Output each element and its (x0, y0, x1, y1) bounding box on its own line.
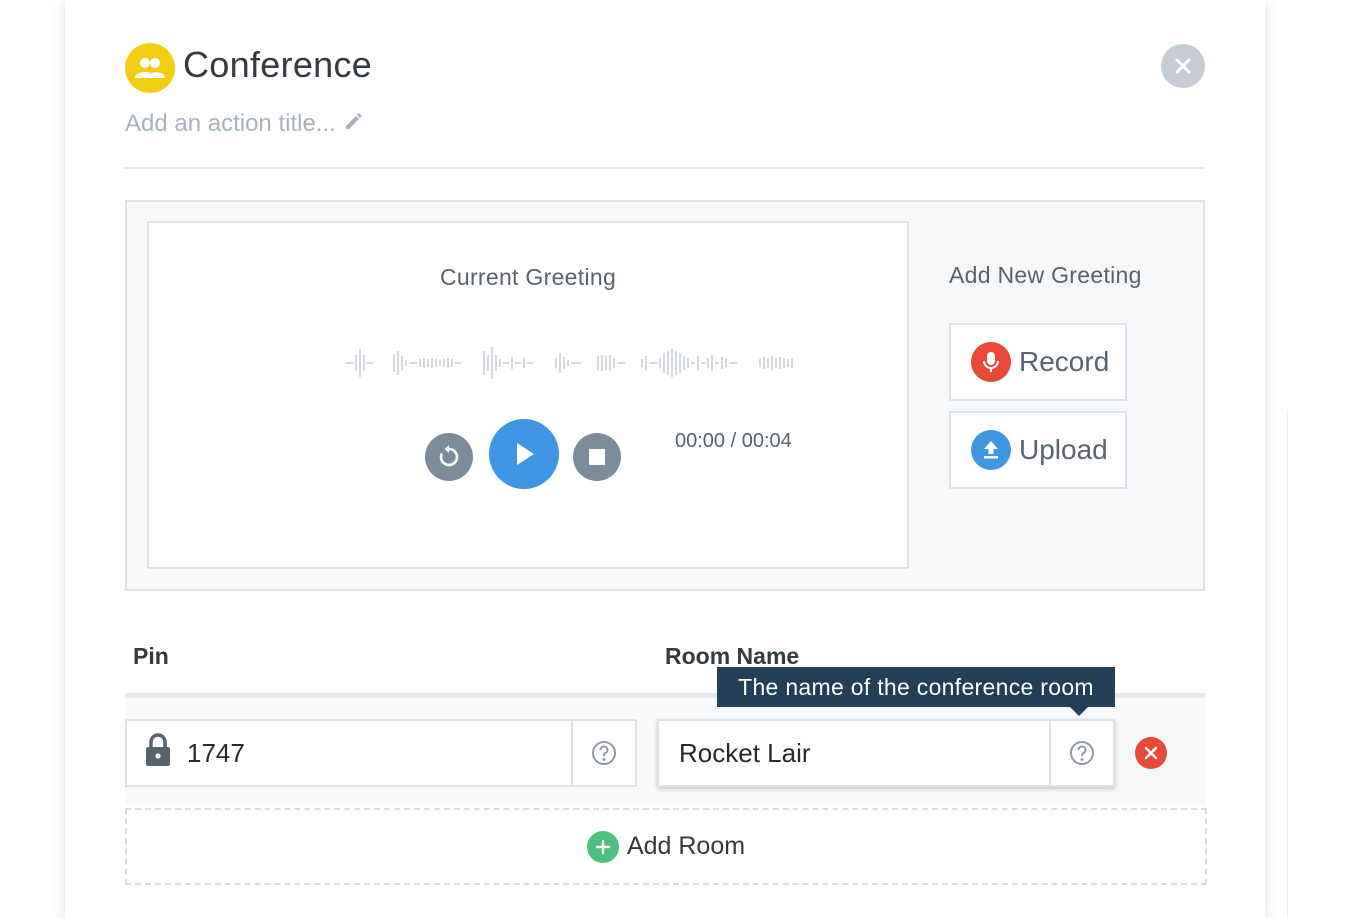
close-icon (1175, 58, 1191, 74)
remove-room-button[interactable] (1135, 737, 1167, 769)
upload-icon (971, 430, 1011, 470)
header-divider (125, 167, 1205, 169)
lock-icon (145, 732, 171, 774)
replay-button[interactable] (425, 433, 473, 481)
current-greeting-label: Current Greeting (439, 264, 617, 290)
room-name-column-label: Room Name (665, 643, 800, 669)
close-button[interactable] (1161, 44, 1205, 88)
tooltip-arrow (1069, 706, 1089, 716)
action-title-placeholder: Add an action title... (125, 110, 336, 137)
room-name-value[interactable]: Rocket Lair (679, 738, 811, 769)
pencil-icon (344, 110, 364, 138)
upload-label: Upload (1019, 434, 1108, 465)
action-title-field[interactable]: Add an action title... (125, 110, 364, 138)
background-panel-edge (1287, 410, 1309, 918)
stop-icon (589, 449, 605, 465)
room-name-field[interactable]: Rocket Lair (657, 719, 1115, 787)
play-button[interactable] (489, 419, 559, 489)
people-icon (125, 43, 175, 93)
replay-icon (439, 445, 459, 467)
record-button[interactable]: Record (949, 323, 1127, 401)
play-icon (517, 443, 534, 465)
upload-button[interactable]: Upload (949, 411, 1127, 489)
add-room-label: Add Room (626, 832, 746, 860)
microphone-icon (971, 342, 1011, 382)
add-new-greeting-label: Add New Greeting (949, 262, 1142, 288)
room-name-tooltip: The name of the conference room (717, 667, 1115, 707)
help-icon (592, 741, 616, 765)
playback-time: 00:00 / 00:04 (675, 430, 792, 452)
help-icon (1070, 741, 1094, 765)
audio-waveform (345, 347, 793, 379)
add-room-button[interactable]: Add Room (125, 808, 1207, 885)
room-name-help-button[interactable] (1049, 721, 1113, 785)
pin-field[interactable]: 1747 (125, 719, 637, 787)
stop-button[interactable] (573, 433, 621, 481)
pin-column-label: Pin (133, 643, 169, 669)
pin-value[interactable]: 1747 (187, 738, 245, 769)
pin-help-button[interactable] (571, 721, 635, 785)
plus-icon (586, 830, 619, 863)
page-title: Conference (183, 44, 373, 85)
close-icon (1144, 746, 1158, 760)
record-label: Record (1019, 346, 1110, 377)
